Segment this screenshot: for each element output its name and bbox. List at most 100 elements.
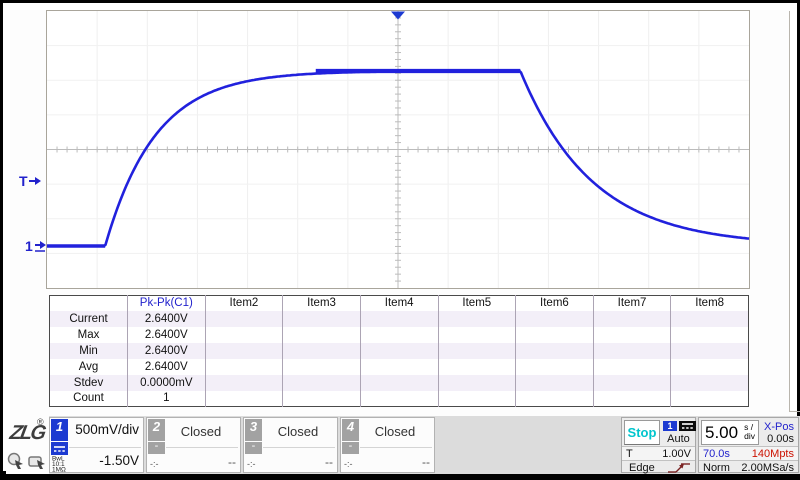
meas-column-item8[interactable]: Item8 xyxy=(671,296,749,311)
meas-value xyxy=(205,391,283,407)
right-panel-divider xyxy=(789,11,790,411)
oscilloscope-screen: T 1 Pk-Pk(C1)Item2Item3Item4Item5Item6It… xyxy=(0,0,800,480)
meas-value xyxy=(516,375,594,391)
meas-value xyxy=(438,359,516,375)
channel-2-sub-badge: - xyxy=(148,442,165,454)
meas-value xyxy=(671,343,749,359)
meas-row-avg: Avg2.6400V xyxy=(50,359,749,375)
channel-4-sub-badge: - xyxy=(342,442,359,454)
trigger-level-marker[interactable]: T xyxy=(19,173,42,189)
meas-row-stdev: Stdev0.0000mV xyxy=(50,375,749,391)
channel-2-panel[interactable]: 2-Closed---:- xyxy=(146,417,241,473)
channel-1-badge: 1 xyxy=(51,419,68,441)
mouse-pointer-icon[interactable] xyxy=(7,452,25,470)
acquisition-mode: Norm xyxy=(703,462,730,474)
meas-value xyxy=(205,375,283,391)
meas-value xyxy=(516,311,594,327)
meas-value xyxy=(593,391,671,407)
meas-row-min: Min2.6400V xyxy=(50,343,749,359)
meas-row-label: Avg xyxy=(50,359,128,375)
meas-column-pkpk-c1[interactable]: Pk-Pk(C1) xyxy=(128,296,206,311)
channel-3-panel[interactable]: 3-Closed---:- xyxy=(243,417,338,473)
timebase-scale: 5.00 xyxy=(705,423,738,443)
meas-row-label: Max xyxy=(50,327,128,343)
acquisition-status: Stop xyxy=(628,425,657,440)
meas-value xyxy=(360,343,438,359)
meas-column-item3[interactable]: Item3 xyxy=(283,296,361,311)
trigger-source-badge: 1 xyxy=(663,421,677,431)
meas-row-count: Count1 xyxy=(50,391,749,407)
channel-2-offset: -- xyxy=(166,455,236,469)
meas-value xyxy=(438,391,516,407)
timebase-panel[interactable]: 5.00 s / div X-Pos 0.00s 70.0s 140Mpts N… xyxy=(698,417,799,473)
meas-value xyxy=(360,359,438,375)
meas-value xyxy=(205,327,283,343)
meas-row-label: Count xyxy=(50,391,128,407)
meas-value xyxy=(360,375,438,391)
measurements-table: Pk-Pk(C1)Item2Item3Item4Item5Item6Item7I… xyxy=(49,295,749,407)
meas-value xyxy=(438,343,516,359)
trigger-panel[interactable]: Stop 1 Auto T 1.00V xyxy=(621,417,696,473)
meas-value xyxy=(516,343,594,359)
channel-4-status: Closed xyxy=(360,424,430,439)
channel-divider xyxy=(166,447,238,448)
rising-edge-icon xyxy=(667,462,691,474)
channel-2-badge: 2 xyxy=(148,419,165,441)
acquisition-status-button[interactable]: Stop xyxy=(624,420,660,445)
trigger-level-value: 1.00V xyxy=(662,448,691,460)
meas-value xyxy=(283,375,361,391)
meas-value xyxy=(671,327,749,343)
meas-value xyxy=(593,311,671,327)
meas-value: 1 xyxy=(128,391,206,407)
meas-value xyxy=(360,327,438,343)
touchpad-icon[interactable] xyxy=(28,452,46,470)
meas-column-item4[interactable]: Item4 xyxy=(360,296,438,311)
sample-rate: 2.00MSa/s xyxy=(741,462,794,474)
channel-4-panel[interactable]: 4-Closed---:- xyxy=(340,417,435,473)
meas-value xyxy=(593,375,671,391)
channel1-ground-marker[interactable]: 1 xyxy=(25,238,48,254)
trigger-level-row: T 1.00V xyxy=(622,446,695,460)
meas-value xyxy=(283,327,361,343)
meas-column-item7[interactable]: Item7 xyxy=(593,296,671,311)
meas-value xyxy=(671,391,749,407)
xpos-value: 0.00s xyxy=(767,433,794,445)
meas-value xyxy=(283,359,361,375)
meas-column-item6[interactable]: Item6 xyxy=(516,296,594,311)
meas-value: 2.6400V xyxy=(128,327,206,343)
time-window: 70.0s xyxy=(703,448,730,460)
record-row: 70.0s 140Mpts xyxy=(699,446,798,460)
trigger-type-row: Edge xyxy=(622,460,695,473)
meas-value xyxy=(671,375,749,391)
meas-row-label: Min xyxy=(50,343,128,359)
sample-row: Norm 2.00MSa/s xyxy=(699,460,798,473)
right-panel-divider-bottom xyxy=(789,411,800,412)
meas-value xyxy=(516,327,594,343)
meas-value: 0.0000mV xyxy=(128,375,206,391)
meas-value xyxy=(283,391,361,407)
channel-1-panel[interactable]: 1BwL10:11MΩ500mV/div-1.50V xyxy=(49,417,144,473)
trigger-level-row-label: T xyxy=(626,448,633,460)
channel-4-offset: -- xyxy=(360,455,430,469)
meas-value xyxy=(283,311,361,327)
meas-value xyxy=(283,343,361,359)
trigger-type: Edge xyxy=(629,462,655,474)
meas-column-item5[interactable]: Item5 xyxy=(438,296,516,311)
trigger-level-label: T xyxy=(19,173,28,189)
channel-3-offset: -- xyxy=(263,455,333,469)
meas-value xyxy=(516,359,594,375)
meas-value xyxy=(438,311,516,327)
channel1-marker-label: 1 xyxy=(25,238,33,254)
meas-value xyxy=(671,311,749,327)
channel-3-sub-badge: - xyxy=(245,442,262,454)
meas-value xyxy=(671,359,749,375)
timebase-scale-button[interactable]: 5.00 s / div xyxy=(701,420,759,445)
logo-area: ZLG ® xyxy=(6,416,49,474)
meas-value xyxy=(593,343,671,359)
meas-value xyxy=(593,327,671,343)
meas-value xyxy=(205,343,283,359)
channel-3-status: Closed xyxy=(263,424,333,439)
ground-arrow-icon xyxy=(34,240,48,253)
channel-1-probe-info: BwL10:11MΩ xyxy=(52,457,66,474)
meas-column-item2[interactable]: Item2 xyxy=(205,296,283,311)
